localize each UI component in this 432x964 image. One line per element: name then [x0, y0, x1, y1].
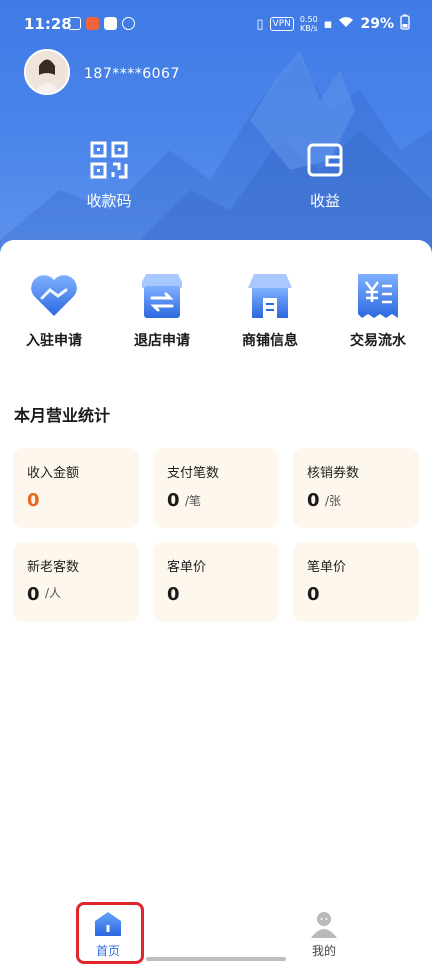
- user-icon: [310, 910, 338, 938]
- stat-income: 收入金额 0: [13, 448, 139, 528]
- store-exchange-icon: [136, 270, 188, 322]
- qr-code-icon: [89, 140, 129, 180]
- status-time: 11:28: [24, 15, 72, 33]
- stat-value: 0: [27, 490, 40, 511]
- menu-store-exit-label: 退店申请: [134, 333, 190, 349]
- net-speed-unit: KB/s: [299, 24, 318, 33]
- stat-avg-per-customer: 客单价 0: [153, 542, 279, 622]
- battery-icon: [400, 14, 410, 34]
- stat-title: 支付笔数: [167, 466, 220, 481]
- app-notification-icon-1: [68, 17, 81, 30]
- stat-title: 客单价: [167, 560, 207, 575]
- menu-transaction-flow[interactable]: 交易流水: [330, 270, 426, 350]
- handshake-heart-icon: [28, 270, 80, 322]
- stat-customers: 新老客数 0 /人: [13, 542, 139, 622]
- stat-value: 0: [27, 584, 40, 605]
- net-speed-value: 0.50: [299, 15, 318, 24]
- menu-shop-info-label: 商铺信息: [242, 333, 298, 349]
- stat-payments: 支付笔数 0 /笔: [153, 448, 279, 528]
- bottom-tab-bar: 首页 我的: [0, 900, 432, 964]
- avatar[interactable]: [24, 49, 70, 95]
- stat-vouchers: 核销券数 0 /张: [293, 448, 419, 528]
- vibrate-icon: ▯: [256, 16, 264, 32]
- stat-value: 0: [307, 584, 320, 605]
- tab-mine-label: 我的: [311, 944, 336, 958]
- menu-transaction-flow-label: 交易流水: [350, 333, 406, 349]
- stat-title: 新老客数: [27, 560, 80, 575]
- stat-unit: /张: [325, 494, 342, 508]
- earnings-button[interactable]: 收益: [270, 140, 380, 211]
- receipt-yuan-icon: [352, 270, 404, 322]
- stat-value: 0: [167, 490, 180, 511]
- stat-title: 笔单价: [307, 560, 347, 575]
- receive-qr-button[interactable]: 收款码: [54, 140, 164, 211]
- app-notification-icon-2: [86, 17, 99, 30]
- menu-join-application[interactable]: 入驻申请: [6, 270, 102, 350]
- app-notification-icon-3: [104, 17, 117, 30]
- net-speed: 0.50 KB/s: [300, 15, 318, 33]
- tab-mine[interactable]: 我的: [294, 910, 354, 959]
- highlight-annotation: [76, 902, 144, 964]
- vpn-badge: VPN: [269, 17, 294, 31]
- wallet-icon: [305, 140, 345, 180]
- receive-qr-label: 收款码: [86, 192, 132, 210]
- home-indicator[interactable]: [146, 957, 286, 961]
- menu-store-exit[interactable]: 退店申请: [114, 270, 210, 350]
- stats-section-title: 本月营业统计: [14, 406, 111, 425]
- stat-unit: /人: [45, 586, 62, 600]
- status-bar: 11:28 ▯ VPN 0.50 KB/s ▪ 29%: [0, 0, 432, 50]
- app-notification-icon-4: [122, 17, 135, 30]
- stat-value: 0: [167, 584, 180, 605]
- stat-avg-per-order: 笔单价 0: [293, 542, 419, 622]
- stat-title: 收入金额: [27, 466, 80, 481]
- shop-icon: [244, 270, 296, 322]
- user-phone: 187****6067: [84, 66, 180, 82]
- menu-join-application-label: 入驻申请: [26, 333, 82, 349]
- earnings-label: 收益: [309, 192, 340, 210]
- stat-value: 0: [307, 490, 320, 511]
- stat-unit: /笔: [185, 494, 202, 508]
- menu-shop-info[interactable]: 商铺信息: [222, 270, 318, 350]
- battery-level: 29%: [360, 16, 394, 32]
- wifi-icon: [338, 16, 354, 32]
- sim-icon: ▪: [323, 16, 333, 32]
- stat-title: 核销券数: [307, 466, 360, 481]
